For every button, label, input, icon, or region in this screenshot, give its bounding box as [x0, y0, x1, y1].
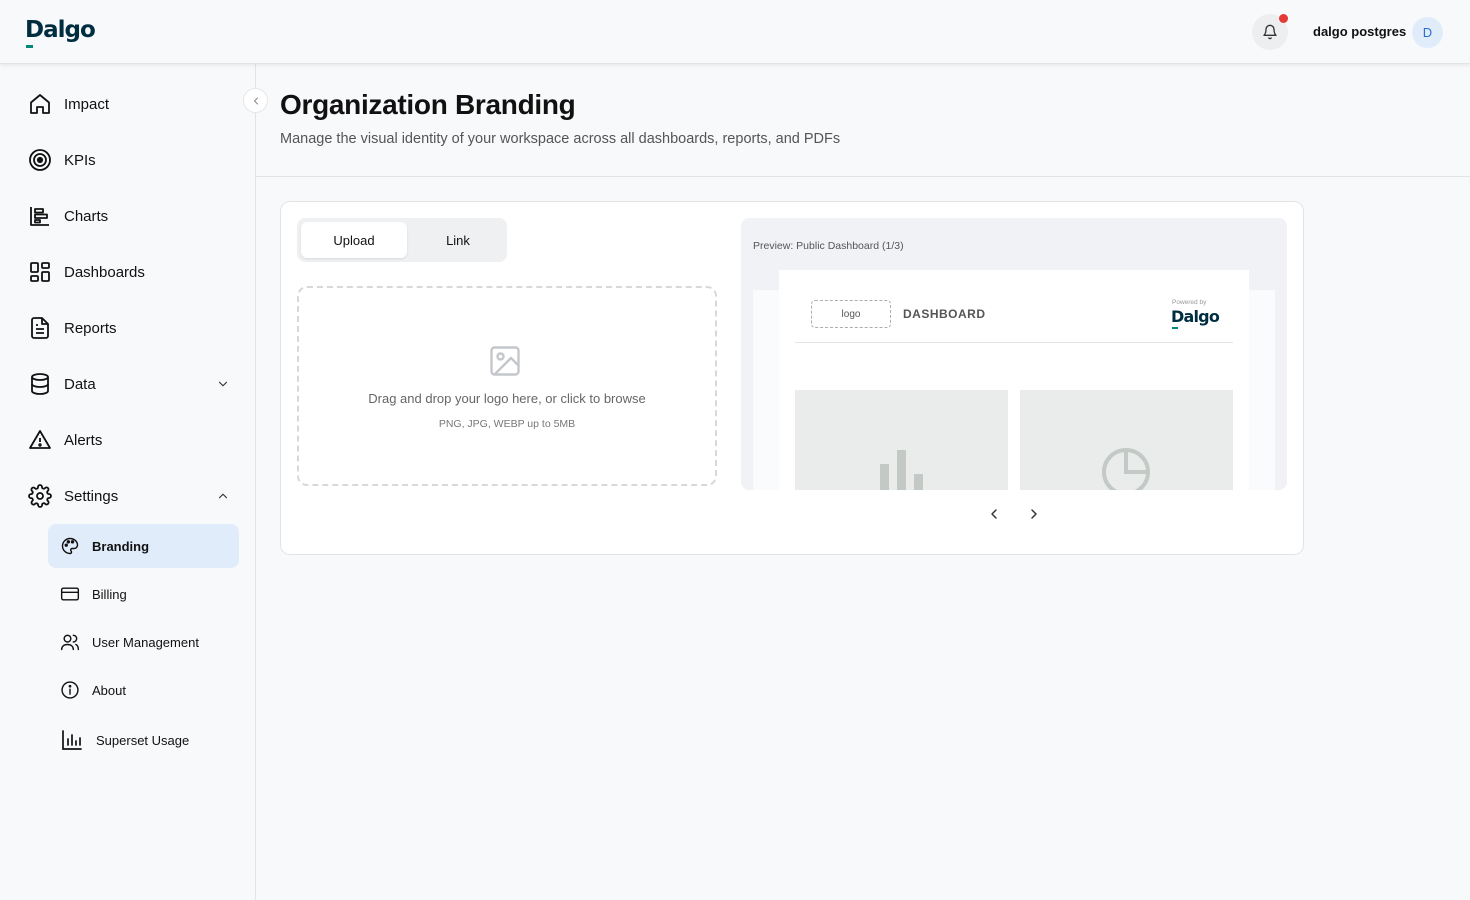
logo-dropzone[interactable]: Drag and drop your logo here, or click t… — [297, 286, 717, 486]
credit-card-icon — [60, 584, 80, 604]
preview-bar-chart-tile — [795, 390, 1008, 490]
chevron-left-icon — [253, 97, 258, 104]
sidebar-item-label: Alerts — [64, 431, 103, 449]
chevron-down-icon[interactable] — [216, 377, 230, 391]
warning-icon — [28, 428, 52, 452]
pie-chart-placeholder-icon — [1102, 448, 1150, 490]
preview-page: logo DASHBOARD Powered by Dalgo — [779, 270, 1249, 490]
dropzone-hint: PNG, JPG, WEBP up to 5MB — [438, 418, 576, 430]
sidebar-item-label: Branding — [92, 538, 150, 554]
bar-chart-icon — [28, 204, 52, 228]
chevron-left-icon — [991, 509, 997, 519]
sidebar-item-label: Impact — [64, 95, 110, 113]
logo-source-tabs: Upload Link — [297, 218, 507, 262]
image-icon — [490, 346, 520, 376]
dalgo-logo[interactable]: Dalgo — [25, 17, 96, 48]
logo-accent-bar — [26, 45, 33, 48]
sidebar-item-data[interactable]: Data — [28, 371, 96, 397]
tab-link[interactable]: Link — [405, 222, 511, 258]
sidebar-item-impact[interactable]: Impact — [28, 91, 109, 117]
page-subtitle: Manage the visual identity of your works… — [280, 131, 841, 147]
users-icon — [60, 632, 80, 652]
sidebar-item-label: Charts — [64, 207, 109, 225]
sidebar-item-label: Billing — [92, 586, 127, 602]
preview-page-edge-right — [1249, 290, 1275, 490]
chart-usage-icon — [60, 728, 84, 752]
sidebar — [0, 64, 256, 900]
document-icon — [28, 316, 52, 340]
grid-icon — [28, 260, 52, 284]
gear-icon — [28, 484, 52, 508]
info-icon — [60, 680, 80, 700]
sidebar-item-branding[interactable]: Branding — [48, 524, 239, 568]
top-bar: Dalgo dalgo postgres D — [0, 0, 1470, 64]
bar-chart-placeholder-icon — [880, 450, 923, 490]
preview-page-edge-left — [753, 290, 779, 490]
chevron-right-icon — [1031, 509, 1037, 519]
sidebar-item-about[interactable]: About — [48, 668, 239, 712]
sidebar-item-label: About — [92, 682, 126, 698]
sidebar-item-reports[interactable]: Reports — [28, 315, 117, 341]
dropzone-text: Drag and drop your logo here, or click t… — [368, 391, 646, 406]
preview-logo-placeholder: logo — [811, 300, 891, 328]
preview-divider — [795, 342, 1233, 343]
chevron-up-icon[interactable] — [216, 489, 230, 503]
preview-prev-button[interactable] — [984, 504, 1004, 524]
sidebar-item-label: Reports — [64, 319, 117, 337]
sidebar-item-charts[interactable]: Charts — [28, 203, 108, 229]
sidebar-item-billing[interactable]: Billing — [48, 572, 239, 616]
preview-next-button[interactable] — [1024, 504, 1044, 524]
username[interactable]: dalgo postgres — [1313, 24, 1406, 39]
preview-label: Preview: Public Dashboard (1/3) — [753, 240, 904, 252]
database-icon — [28, 372, 52, 396]
preview-powered-by: Powered by — [1172, 299, 1207, 306]
page-title: Organization Branding — [280, 89, 576, 120]
sidebar-item-label: Dashboards — [64, 263, 145, 281]
sidebar-item-label: KPIs — [64, 151, 96, 169]
sidebar-item-label: User Management — [92, 634, 199, 650]
preview-brand: Dalgo — [1171, 307, 1220, 326]
sidebar-item-user-management[interactable]: User Management — [48, 620, 239, 664]
sidebar-item-alerts[interactable]: Alerts — [28, 427, 102, 453]
notification-badge — [1279, 14, 1288, 23]
header-divider — [256, 176, 1470, 177]
preview-pie-chart-tile — [1020, 390, 1233, 490]
sidebar-item-dashboards[interactable]: Dashboards — [28, 259, 145, 285]
palette-icon — [60, 536, 80, 556]
target-icon — [28, 148, 52, 172]
sidebar-item-kpis[interactable]: KPIs — [28, 147, 96, 173]
preview-dashboard-title: DASHBOARD — [903, 307, 986, 321]
home-icon — [28, 92, 52, 116]
sidebar-item-settings[interactable]: Settings — [28, 483, 118, 509]
sidebar-item-label: Settings — [64, 487, 119, 505]
sidebar-item-superset-usage[interactable]: Superset Usage — [48, 718, 239, 762]
bell-icon — [1263, 24, 1277, 40]
dashboard-preview: Preview: Public Dashboard (1/3) logo DAS… — [741, 218, 1287, 490]
avatar[interactable]: D — [1412, 17, 1443, 48]
sidebar-collapse-button[interactable] — [243, 88, 268, 113]
sidebar-item-label: Data — [64, 375, 96, 393]
logo-text: Dalgo — [25, 17, 96, 43]
sidebar-item-label: Superset Usage — [96, 732, 190, 748]
tab-upload[interactable]: Upload — [301, 222, 407, 258]
preview-brand-bar — [1172, 327, 1178, 329]
